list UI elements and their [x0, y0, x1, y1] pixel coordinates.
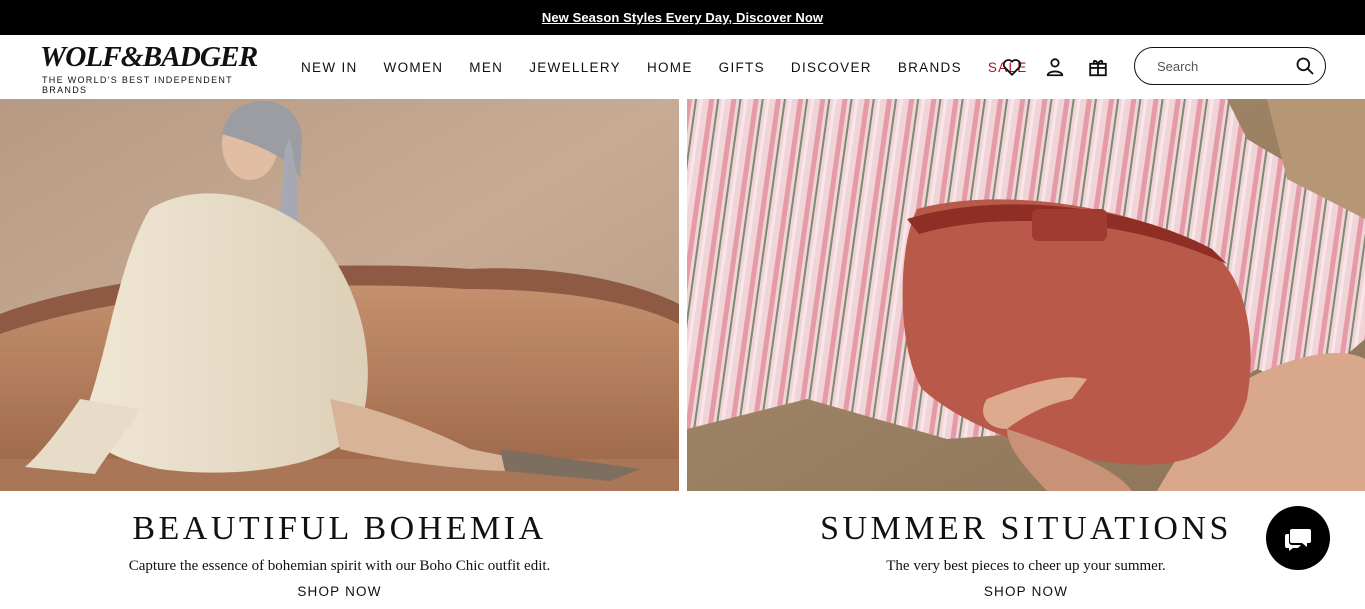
brand-tagline: THE WORLD'S BEST INDEPENDENT BRANDS [42, 75, 233, 95]
panel-subtitle-summer: The very best pieces to cheer up your su… [886, 558, 1166, 574]
panel-title-summer: SUMMER SITUATIONS [820, 510, 1232, 547]
chat-button[interactable] [1266, 506, 1330, 570]
nav-item-women[interactable]: WOMEN [384, 60, 444, 75]
panel-title-bohemia: BEAUTIFUL BOHEMIA [132, 510, 547, 547]
nav-item-new-in[interactable]: NEW IN [301, 60, 358, 75]
brand-name: WOLF&BADGER [40, 42, 258, 73]
search-input[interactable] [1157, 58, 1287, 74]
bohemia-photo [0, 99, 679, 491]
nav-item-brands[interactable]: BRANDS [898, 60, 962, 75]
promo-link[interactable]: New Season Styles Every Day, Discover No… [542, 10, 823, 25]
site-header: WOLF&BADGER THE WORLD'S BEST INDEPENDENT… [0, 35, 1365, 99]
main-nav: NEW IN WOMEN MEN JEWELLERY HOME GIFTS DI… [301, 35, 1054, 99]
nav-item-men[interactable]: MEN [469, 60, 503, 75]
shop-now-bohemia-link[interactable]: SHOP NOW [0, 584, 679, 599]
chat-icon [1285, 529, 1311, 551]
search-bar [1134, 47, 1326, 85]
summer-photo [687, 99, 1365, 491]
nav-item-jewellery[interactable]: JEWELLERY [529, 60, 621, 75]
promo-bar: New Season Styles Every Day, Discover No… [0, 0, 1365, 35]
search-icon[interactable] [1295, 56, 1315, 76]
nav-item-discover[interactable]: DISCOVER [791, 60, 872, 75]
nav-item-home[interactable]: HOME [647, 60, 693, 75]
user-icon[interactable] [1043, 55, 1067, 79]
shopping-bag-icon[interactable] [1086, 55, 1110, 79]
hero-image-bohemia[interactable] [0, 99, 679, 491]
header-icons [1000, 55, 1129, 79]
nav-item-gifts[interactable]: GIFTS [719, 60, 765, 75]
brand-logo[interactable]: WOLF&BADGER THE WORLD'S BEST INDEPENDENT… [40, 44, 276, 96]
heart-icon[interactable] [1000, 55, 1024, 79]
hero-image-summer[interactable] [687, 99, 1365, 491]
shop-now-summer-link[interactable]: SHOP NOW [687, 584, 1365, 599]
panel-subtitle-bohemia: Capture the essence of bohemian spirit w… [128, 558, 551, 574]
